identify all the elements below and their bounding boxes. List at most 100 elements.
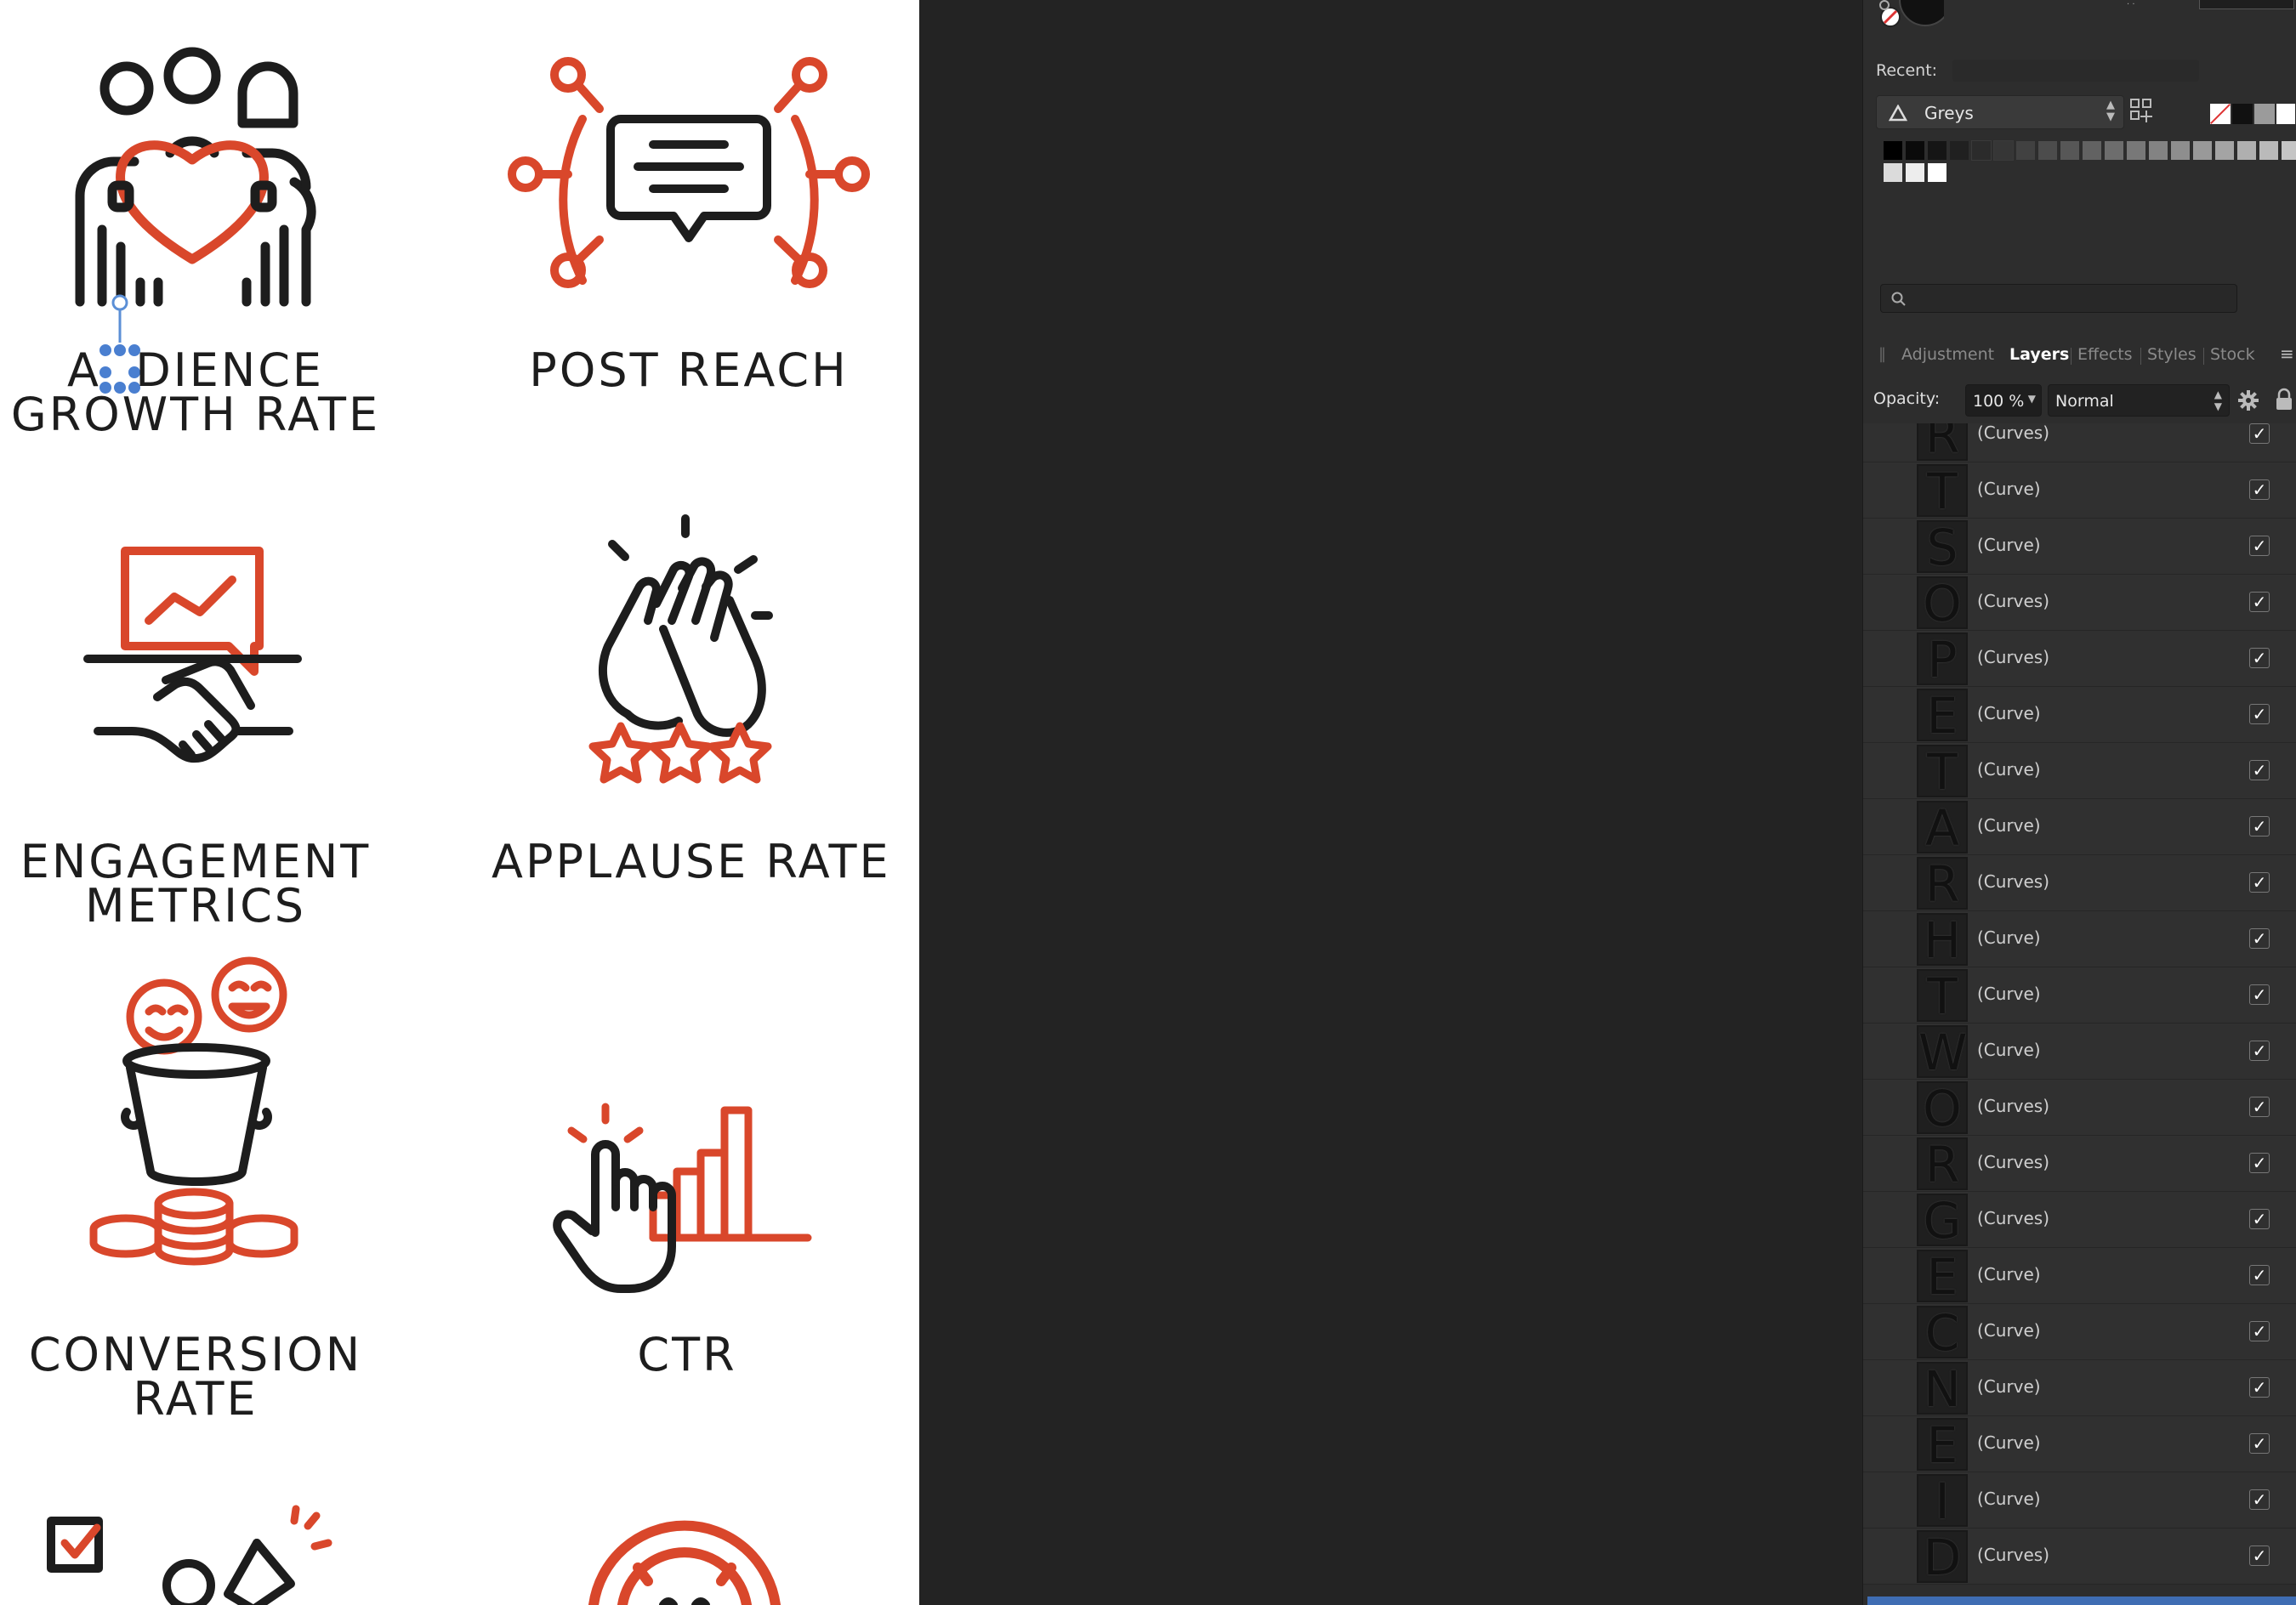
layer-visibility-checkbox[interactable]: ✓ — [2249, 704, 2270, 724]
layer-name[interactable]: (Curves) — [1977, 647, 2049, 667]
audience-growth-icon[interactable] — [68, 34, 340, 315]
retention-icon[interactable] — [587, 1520, 782, 1605]
grey-swatch[interactable] — [2171, 141, 2190, 160]
layer-visibility-checkbox[interactable]: ✓ — [2249, 816, 2270, 837]
tab-stock[interactable]: Stock — [2210, 345, 2255, 364]
layer-visibility-checkbox[interactable]: ✓ — [2249, 1321, 2270, 1341]
grey-swatch[interactable] — [2237, 141, 2256, 160]
audience-caption[interactable]: A DIENCE GROWTH RATE — [0, 348, 391, 438]
layer-name[interactable]: (Curve) — [1977, 1040, 2041, 1060]
recent-swatch-grey[interactable] — [2254, 104, 2275, 124]
layer-visibility-checkbox[interactable]: ✓ — [2249, 1545, 2270, 1566]
selected-layer-row[interactable] — [1867, 1596, 2296, 1605]
layer-visibility-checkbox[interactable]: ✓ — [2249, 1041, 2270, 1061]
layer-name[interactable]: (Curve) — [1977, 1264, 2041, 1285]
layer-visibility-checkbox[interactable]: ✓ — [2249, 1265, 2270, 1285]
layer-row[interactable]: D (Curves) ✓ — [1863, 1528, 2296, 1585]
layer-row[interactable]: T (Curve) ✓ — [1863, 967, 2296, 1024]
grey-swatch[interactable] — [2038, 141, 2057, 160]
grey-swatch[interactable] — [2016, 141, 2035, 160]
layer-name[interactable]: (Curves) — [1977, 1152, 2049, 1172]
layer-name[interactable]: (Curve) — [1977, 1432, 2041, 1453]
layer-row[interactable]: R (Curves) ✓ — [1863, 1136, 2296, 1192]
recent-swatch-black[interactable] — [2232, 104, 2253, 124]
engagement-caption[interactable]: ENGAGEMENT METRICS — [0, 839, 391, 929]
layer-visibility-checkbox[interactable]: ✓ — [2249, 1377, 2270, 1398]
post-reach-caption[interactable]: POST REACH — [493, 348, 884, 394]
layer-name[interactable]: (Curves) — [1977, 871, 2049, 892]
panel-grip-icon[interactable]: ‖ — [1878, 345, 1886, 363]
layer-visibility-checkbox[interactable]: ✓ — [2249, 928, 2270, 949]
layer-name[interactable]: (Curve) — [1977, 984, 2041, 1004]
layer-name[interactable]: (Curves) — [1977, 1208, 2049, 1228]
layer-row[interactable]: E (Curve) ✓ — [1863, 1248, 2296, 1304]
layer-row[interactable]: A (Curve) ✓ — [1863, 799, 2296, 855]
layer-visibility-checkbox[interactable]: ✓ — [2249, 536, 2270, 556]
layer-name[interactable]: (Curve) — [1977, 927, 2041, 948]
applause-rate-icon[interactable] — [587, 510, 791, 791]
swatch-search-input[interactable] — [1880, 284, 2237, 313]
layer-name[interactable]: (Curve) — [1977, 1489, 2041, 1509]
conversion-rate-icon[interactable] — [89, 952, 302, 1292]
greys-swatch-grid[interactable] — [1884, 140, 2296, 185]
layer-row[interactable]: I (Curve) ✓ — [1863, 1472, 2296, 1528]
layer-name[interactable]: (Curves) — [1977, 591, 2049, 611]
layer-name[interactable]: (Curves) — [1977, 423, 2049, 443]
ctr-icon[interactable] — [553, 1097, 816, 1293]
layer-name[interactable]: (Curve) — [1977, 815, 2041, 836]
layer-visibility-checkbox[interactable]: ✓ — [2249, 1433, 2270, 1454]
layer-name[interactable]: (Curve) — [1977, 1320, 2041, 1341]
layer-visibility-checkbox[interactable]: ✓ — [2249, 1209, 2270, 1229]
layer-row[interactable]: R (Curves) ✓ — [1863, 423, 2296, 462]
gear-icon[interactable] — [2237, 389, 2259, 411]
grey-swatch[interactable] — [1906, 141, 1924, 160]
grey-swatch[interactable] — [1950, 141, 1969, 160]
ctr-caption[interactable]: CTR — [492, 1332, 883, 1378]
layer-row[interactable]: N (Curve) ✓ — [1863, 1360, 2296, 1416]
grey-swatch[interactable] — [2259, 141, 2278, 160]
blend-mode-select[interactable]: Normal ▲ ▼ — [2048, 384, 2230, 417]
layer-row[interactable]: E (Curve) ✓ — [1863, 687, 2296, 743]
layer-name[interactable]: (Curve) — [1977, 1376, 2041, 1397]
layer-visibility-checkbox[interactable]: ✓ — [2249, 1489, 2270, 1510]
layer-row[interactable]: G (Curves) ✓ — [1863, 1192, 2296, 1248]
artboard[interactable]: A DIENCE GROWTH RATE POST REACH ENGAGEME… — [0, 0, 919, 1605]
layer-visibility-checkbox[interactable]: ✓ — [2249, 872, 2270, 893]
grey-swatch[interactable] — [2127, 141, 2145, 160]
layers-list[interactable]: R (Curves) ✓ T (Curve) ✓ S (Curve) ✓ O (Curves) ✓ P (… — [1863, 423, 2296, 1605]
tab-effects[interactable]: Effects — [2077, 345, 2133, 364]
tab-styles[interactable]: Styles — [2147, 345, 2197, 364]
grey-swatch[interactable] — [1884, 141, 1902, 160]
recent-swatch-white[interactable] — [2276, 104, 2295, 124]
layer-row[interactable]: T (Curve) ✓ — [1863, 743, 2296, 799]
grey-swatch[interactable] — [2083, 141, 2101, 160]
layer-name[interactable]: (Curve) — [1977, 759, 2041, 780]
grey-swatch[interactable] — [2105, 141, 2123, 160]
grey-swatch[interactable] — [2215, 141, 2234, 160]
layer-visibility-checkbox[interactable]: ✓ — [2249, 423, 2270, 444]
grey-swatch[interactable] — [1928, 163, 1946, 182]
layer-visibility-checkbox[interactable]: ✓ — [2249, 479, 2270, 500]
grey-swatch[interactable] — [1884, 163, 1902, 182]
grey-swatch[interactable] — [2193, 141, 2212, 160]
engagement-metrics-icon[interactable] — [81, 536, 319, 774]
add-swatch-grid-icon[interactable] — [2128, 97, 2159, 126]
conversion-caption[interactable]: CONVERSION RATE — [0, 1332, 391, 1422]
grey-swatch[interactable] — [1928, 141, 1946, 160]
fill-stroke-well[interactable] — [1876, 0, 1944, 31]
layer-name[interactable]: (Curves) — [1977, 1545, 2049, 1565]
layer-row[interactable]: O (Curves) ✓ — [1863, 1080, 2296, 1136]
palette-select[interactable]: Greys ▲ ▼ — [1876, 95, 2124, 129]
layer-name[interactable]: (Curve) — [1977, 479, 2041, 499]
campaign-icon[interactable] — [43, 1505, 357, 1605]
opacity-field[interactable]: 100 % ▼ — [1965, 384, 2042, 417]
layer-visibility-checkbox[interactable]: ✓ — [2249, 984, 2270, 1005]
layer-row[interactable]: C (Curve) ✓ — [1863, 1304, 2296, 1360]
layer-row[interactable]: R (Curves) ✓ — [1863, 855, 2296, 911]
layer-row[interactable]: W (Curve) ✓ — [1863, 1024, 2296, 1080]
layer-visibility-checkbox[interactable]: ✓ — [2249, 648, 2270, 668]
top-right-fragment[interactable] — [2199, 0, 2294, 9]
layer-name[interactable]: (Curves) — [1977, 1096, 2049, 1116]
grey-swatch[interactable] — [2060, 141, 2079, 160]
layer-row[interactable]: P (Curves) ✓ — [1863, 631, 2296, 687]
